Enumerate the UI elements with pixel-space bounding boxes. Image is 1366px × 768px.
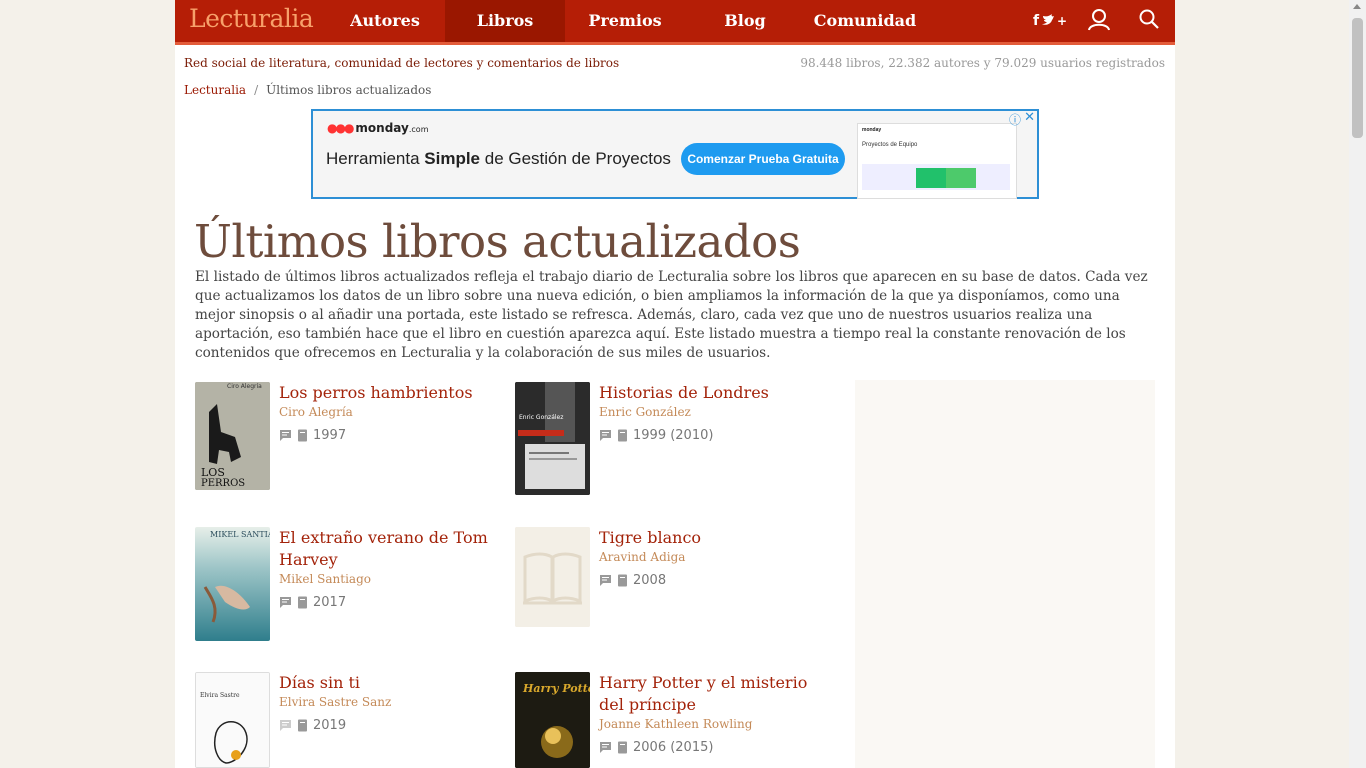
book-year: 1997 (313, 428, 347, 443)
scroll-thumb[interactable] (1352, 18, 1363, 138)
svg-text:f: f (1033, 13, 1040, 29)
breadcrumb-current: Últimos libros actualizados (266, 83, 432, 97)
svg-text:Harry Potter: Harry Potter (522, 682, 590, 695)
book-icon (618, 574, 627, 587)
comment-icon (280, 720, 291, 731)
book-year: 2006 (2015) (633, 740, 714, 755)
top-navigation: Lecturalia Autores Libros Premios Blog C… (175, 0, 1175, 45)
book-cover[interactable]: Elvira Sastre (195, 672, 270, 768)
ad-cta-button[interactable]: Comenzar Prueba Gratuita (681, 143, 845, 175)
comment-icon (600, 430, 611, 441)
facebook-twitter-icon[interactable]: f + (1033, 11, 1067, 33)
ad-brand-logo: ●●● monday.com (327, 121, 429, 135)
comment-icon (600, 575, 611, 586)
book-icon (618, 429, 627, 442)
site-logo[interactable]: Lecturalia (189, 4, 314, 33)
search-icon[interactable] (1139, 9, 1159, 33)
book-title[interactable]: Tigre blanco (599, 527, 819, 549)
comment-icon (600, 742, 611, 753)
ad-preview-image: monday Proyectos de Equipo (857, 123, 1017, 199)
ad-headline: Herramienta Simple de Gestión de Proyect… (326, 149, 671, 168)
book-icon (298, 429, 307, 442)
book-cover[interactable]: MIKEL SANTIAGO (195, 527, 270, 641)
nav-item-comunidad[interactable]: Comunidad (805, 0, 925, 42)
book-author[interactable]: Elvira Sastre Sanz (279, 695, 391, 709)
breadcrumb-separator: / (254, 83, 259, 97)
svg-text:Ciro Alegría: Ciro Alegría (227, 383, 262, 390)
comment-icon (280, 430, 291, 441)
book-title[interactable]: Los perros hambrientos (279, 382, 499, 404)
svg-text:PERROS: PERROS (201, 478, 245, 489)
book-meta: 2006 (2015) (599, 740, 713, 755)
book-icon (298, 596, 307, 609)
comment-icon (280, 597, 291, 608)
book-cover[interactable]: Harry Potter (515, 672, 590, 768)
book-author[interactable]: Mikel Santiago (279, 572, 371, 586)
site-tagline: Red social de literatura, comunidad de l… (184, 56, 620, 70)
user-icon[interactable] (1088, 9, 1110, 35)
book-meta: 2019 (279, 718, 346, 733)
breadcrumb-home-link[interactable]: Lecturalia (184, 83, 246, 97)
svg-text:+: + (1057, 14, 1067, 28)
svg-text:MIKEL SANTIAGO: MIKEL SANTIAGO (210, 530, 270, 539)
page-container: Lecturalia Autores Libros Premios Blog C… (175, 0, 1175, 768)
book-author[interactable]: Ciro Alegría (279, 405, 353, 419)
book-cover[interactable]: Ciro Alegría LOS PERROS (195, 382, 270, 490)
book-year: 1999 (2010) (633, 428, 714, 443)
book-cover-placeholder[interactable] (515, 527, 590, 627)
nav-item-libros[interactable]: Libros (445, 0, 565, 42)
page-title: Últimos libros actualizados (194, 215, 801, 268)
ad-close-icon[interactable]: ✕ (1024, 110, 1035, 125)
book-icon (298, 719, 307, 732)
book-meta: 2008 (599, 573, 666, 588)
site-stats: 98.448 libros, 22.382 autores y 79.029 u… (800, 56, 1165, 70)
book-meta: 1999 (2010) (599, 428, 713, 443)
book-year: 2017 (313, 595, 347, 610)
book-meta: 2017 (279, 595, 346, 610)
open-book-icon (515, 527, 590, 627)
book-author[interactable]: Enric González (599, 405, 691, 419)
nav-item-autores[interactable]: Autores (325, 0, 445, 42)
book-cover[interactable]: Enric González (515, 382, 590, 495)
nav-item-blog[interactable]: Blog (685, 0, 805, 42)
nav-item-premios[interactable]: Premios (565, 0, 685, 42)
book-year: 2008 (633, 573, 667, 588)
page-scrollbar[interactable] (1349, 0, 1366, 768)
book-title[interactable]: Harry Potter y el misterio del príncipe (599, 672, 819, 716)
book-title[interactable]: Historias de Londres (599, 382, 819, 404)
book-title[interactable]: El extraño verano de Tom Harvey (279, 527, 499, 571)
svg-text:Enric González: Enric González (519, 414, 563, 421)
book-author[interactable]: Joanne Kathleen Rowling (599, 717, 752, 731)
svg-text:Elvira Sastre: Elvira Sastre (200, 692, 240, 699)
page-intro: El listado de últimos libros actualizado… (195, 269, 1148, 361)
book-title[interactable]: Días sin ti (279, 672, 499, 694)
book-meta: 1997 (279, 428, 346, 443)
book-icon (618, 741, 627, 754)
breadcrumb: Lecturalia / Últimos libros actualizados (184, 83, 431, 97)
sidebar-placeholder (855, 380, 1155, 768)
scroll-up-arrow-icon[interactable] (1353, 4, 1361, 9)
book-year: 2019 (313, 718, 347, 733)
book-author[interactable]: Aravind Adiga (599, 550, 685, 564)
ad-info-icon[interactable]: ⓘ (1009, 111, 1021, 128)
advertisement-banner[interactable]: ●●● monday.com Herramienta Simple de Gest… (311, 109, 1039, 199)
